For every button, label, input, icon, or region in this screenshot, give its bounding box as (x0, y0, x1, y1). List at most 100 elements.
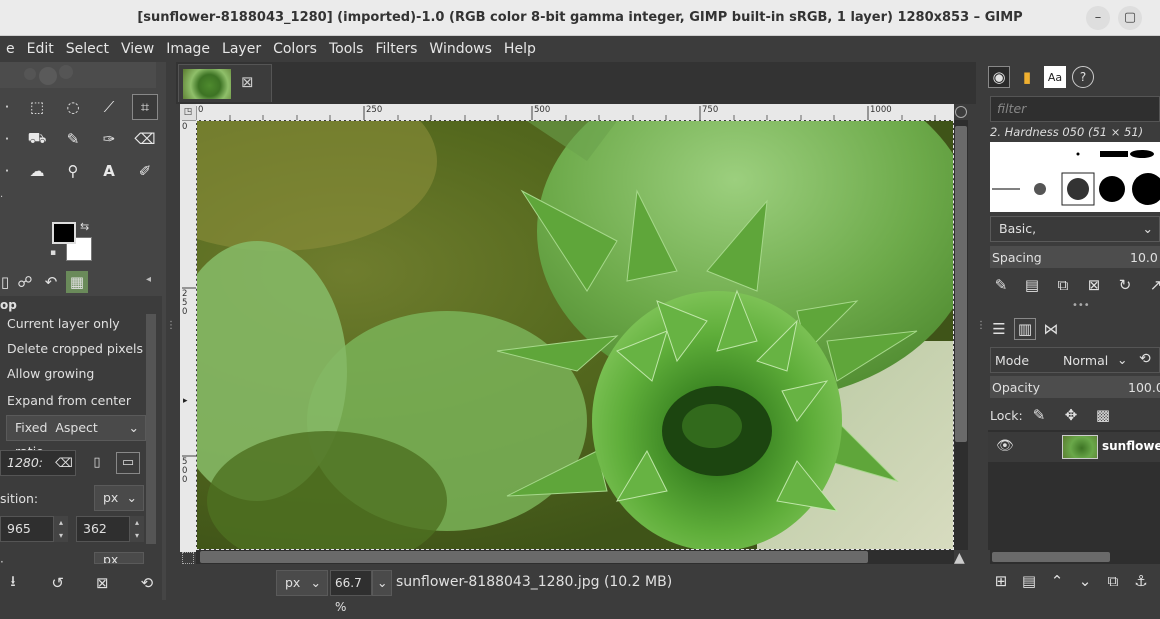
patterns-tab-icon[interactable]: ▮ (1016, 66, 1038, 88)
brush-preset-dropdown[interactable]: Basic, ⌄ (990, 216, 1160, 242)
navigate-icon[interactable]: ▲ (954, 550, 965, 566)
menu-help[interactable]: Help (498, 36, 542, 62)
position-x-input[interactable]: 965 (0, 516, 54, 542)
menu-tools[interactable]: Tools (323, 36, 370, 62)
spacing-slider[interactable]: Spacing 10.0 (990, 246, 1160, 268)
brushes-tab-icon[interactable]: ◉ (988, 66, 1010, 88)
channels-tab-icon[interactable]: ▥ (1014, 318, 1036, 340)
horizontal-scroll-thumb[interactable] (200, 551, 868, 563)
edit-brush-icon[interactable]: ✎ (990, 274, 1012, 296)
eraser-tool-icon[interactable]: ⌫ (132, 126, 158, 152)
paintbrush-tool-icon[interactable]: ✎ (60, 126, 86, 152)
opacity-slider[interactable]: Opacity 100.0 (990, 376, 1160, 398)
duplicate-brush-icon[interactable]: ⧉ (1052, 274, 1074, 296)
swap-colors-icon[interactable]: ⇆ (80, 220, 89, 233)
new-layer-group-icon[interactable]: ⊞ (990, 570, 1012, 592)
minimize-button[interactable]: – (1086, 6, 1110, 30)
lock-pixels-icon[interactable]: ✎ (1028, 404, 1050, 426)
paths-tab-icon[interactable]: ⋈ (1040, 318, 1062, 340)
fonts-tab-icon[interactable]: Aa (1044, 66, 1066, 88)
path-tool-icon[interactable]: · (0, 158, 14, 184)
position-y-stepper[interactable]: ▴ ▾ (130, 516, 144, 542)
menu-filters[interactable]: Filters (369, 36, 423, 62)
lasso-tool-icon[interactable]: ◌ (60, 94, 86, 120)
vertical-scroll-thumb[interactable] (955, 126, 967, 442)
expand-from-center-checkbox[interactable]: Expand from center (7, 393, 131, 408)
text-tool-icon[interactable]: A (96, 158, 122, 184)
dock-handle-left[interactable]: ⋮ (166, 320, 176, 331)
delete-brush-icon[interactable]: ⊠ (1083, 274, 1105, 296)
brush-filter-input[interactable]: filter (990, 96, 1160, 122)
dock-handle-right[interactable]: ⋮ (976, 320, 986, 331)
help-tab-icon[interactable]: ? (1072, 66, 1094, 88)
menu-image[interactable]: Image (160, 36, 216, 62)
device-status-tab-icon[interactable]: ☍ (14, 271, 36, 293)
vertical-ruler[interactable]: 0 250 500 ▸ (180, 120, 196, 552)
zoom-dropdown[interactable]: ⌄ (372, 570, 392, 596)
raise-layer-icon[interactable]: ⌃ (1046, 570, 1068, 592)
horizontal-ruler[interactable]: 0 250 500 750 1000 (196, 104, 954, 120)
close-tab-icon[interactable]: ⊠ (241, 73, 254, 91)
horizontal-scrollbar[interactable] (196, 550, 954, 564)
undo-history-tab-icon[interactable]: ↶ (40, 271, 62, 293)
panel-menu-icon[interactable]: ◂ (146, 274, 151, 285)
dock-separator-handle[interactable]: ••• (1072, 300, 1090, 311)
menu-colors[interactable]: Colors (267, 36, 323, 62)
fuzzy-select-tool-icon[interactable]: ⟋ (96, 94, 122, 120)
size-unit-dropdown[interactable]: px (94, 552, 144, 564)
landscape-icon[interactable]: ▭ (116, 452, 140, 474)
layer-row[interactable]: 👁 sunflower- (988, 432, 1160, 462)
brush-grid[interactable] (990, 142, 1160, 212)
layers-hscrollbar[interactable] (990, 550, 1160, 564)
layers-scroll-thumb[interactable] (992, 552, 1110, 562)
lock-position-icon[interactable]: ✥ (1060, 404, 1082, 426)
options-scrollbar[interactable] (146, 314, 156, 544)
new-brush-icon[interactable]: ▤ (1021, 274, 1043, 296)
crop-tool-icon[interactable]: ⌗ (132, 94, 158, 120)
foreground-color-swatch[interactable] (52, 222, 76, 244)
more-tools-icon[interactable]: · (0, 192, 10, 203)
brush-menu-icon[interactable]: ↗ (1145, 274, 1160, 296)
move-tool-icon[interactable]: · (0, 94, 14, 120)
tool-options-tab-icon[interactable]: ▯ (0, 271, 10, 293)
vertical-scrollbar[interactable] (954, 120, 968, 550)
mode-value[interactable]: Normal (1063, 353, 1108, 368)
aspect-size-input[interactable]: 1280: ⌫ (0, 450, 76, 476)
menu-select[interactable]: Select (60, 36, 115, 62)
visibility-eye-icon[interactable]: 👁 (996, 438, 1014, 454)
ruler-corner-icon[interactable]: ◳ (180, 104, 196, 120)
refresh-brushes-icon[interactable]: ↻ (1114, 274, 1136, 296)
zoom-input[interactable]: 66.7 % (330, 570, 372, 614)
reset-options-icon[interactable]: ⟲ (136, 572, 158, 594)
menu-edit[interactable]: Edit (21, 36, 60, 62)
menu-view[interactable]: View (115, 36, 160, 62)
color-picker-tool-icon[interactable]: ✐ (132, 158, 158, 184)
restore-options-icon[interactable]: ↺ (47, 572, 69, 594)
layers-tab-icon[interactable]: ☰ (988, 318, 1010, 340)
lock-alpha-icon[interactable]: ▩ (1092, 404, 1114, 426)
layer-name[interactable]: sunflower- (1102, 439, 1160, 453)
image-tab[interactable]: ⊠ (178, 64, 272, 102)
save-options-icon[interactable]: ⭳ (2, 572, 24, 594)
new-layer-icon[interactable]: ▤ (1018, 570, 1040, 592)
menu-windows[interactable]: Windows (423, 36, 498, 62)
quick-mask-icon[interactable] (182, 552, 194, 564)
allow-growing-checkbox[interactable]: Allow growing (7, 366, 94, 381)
delete-options-icon[interactable]: ⊠ (91, 572, 113, 594)
smudge-tool-icon[interactable]: ☁ (24, 158, 50, 184)
portrait-icon[interactable]: ▯ (86, 452, 108, 474)
anchor-layer-icon[interactable]: ⚓ (1130, 570, 1152, 592)
unit-dropdown[interactable]: px ⌄ (276, 570, 328, 596)
current-layer-only-checkbox[interactable]: Current layer only (7, 316, 120, 331)
clear-icon[interactable]: ⌫ (55, 451, 73, 475)
zoom-fit-icon[interactable] (955, 106, 967, 118)
fixed-aspect-ratio-dropdown[interactable]: Fixed Aspect ratio ⌄ (6, 415, 146, 459)
maximize-button[interactable]: ▢ (1118, 6, 1142, 30)
menu-file[interactable]: e (0, 36, 21, 62)
rect-select-tool-icon[interactable]: ⬚ (24, 94, 50, 120)
paths-tool-icon[interactable]: ⚲ (60, 158, 86, 184)
default-colors-icon[interactable]: ▪ (50, 248, 56, 258)
position-x-stepper[interactable]: ▴ ▾ (54, 516, 68, 542)
lower-layer-icon[interactable]: ⌄ (1074, 570, 1096, 592)
reset-mode-icon[interactable]: ⟲ (1139, 351, 1151, 367)
